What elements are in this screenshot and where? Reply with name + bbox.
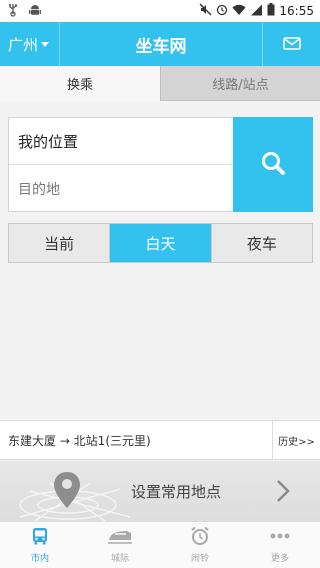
android-icon (28, 2, 42, 21)
tab-transfer[interactable]: 换乘 (0, 66, 160, 101)
more-icon (269, 526, 291, 549)
segment-current[interactable]: 当前 (9, 224, 111, 262)
bus-icon (30, 526, 50, 549)
nav-label: 市内 (30, 554, 49, 564)
city-selector[interactable]: 广州 (0, 22, 60, 66)
battery-icon (267, 3, 275, 19)
nav-label: 更多 (270, 554, 289, 564)
nav-more[interactable]: 更多 (240, 522, 320, 568)
mail-icon (282, 35, 301, 54)
common-places-label: 设置常用地点 (131, 483, 222, 501)
recent-route-item[interactable]: 东建大厦 → 北站1(三元里) (0, 432, 272, 449)
nav-intercity[interactable]: 城际 (80, 522, 160, 568)
wifi-icon (232, 4, 246, 19)
segment-daytime[interactable]: 白天 (110, 224, 212, 262)
location-pin-icon (52, 470, 82, 514)
history-more-button[interactable]: 历史>> (272, 420, 320, 460)
usb-icon (6, 2, 20, 21)
message-button[interactable] (262, 22, 320, 66)
mute-icon (199, 3, 212, 19)
caret-down-icon (41, 41, 50, 47)
app-title: 坐车网 (135, 36, 187, 57)
signal-icon (250, 4, 263, 19)
chevron-right-icon (276, 479, 290, 507)
nav-label: 城际 (110, 554, 129, 564)
nav-label: 闹铃 (190, 554, 209, 564)
route-search-card: 我的位置 目的地 (8, 117, 313, 212)
segment-night-bus[interactable]: 夜车 (212, 224, 312, 262)
time-segment-control: 当前 白天 夜车 (8, 223, 313, 263)
recent-route-row: 东建大厦 → 北站1(三元里) 历史>> (0, 420, 320, 460)
common-places-button[interactable]: 设置常用地点 (0, 461, 320, 521)
app-header: 广州 坐车网 (0, 22, 320, 66)
tab-routes-stations[interactable]: 线路/站点 (160, 66, 320, 101)
alarm-icon (216, 3, 228, 19)
mode-tabs: 换乘 线路/站点 (0, 66, 320, 101)
destination-field[interactable]: 目的地 (9, 165, 235, 212)
alarm-clock-icon (190, 526, 210, 549)
status-bar: 16:55 (0, 0, 320, 22)
nav-alarm[interactable]: 闹铃 (160, 522, 240, 568)
bottom-navigation: 市内 城际 闹铃 更多 (0, 521, 320, 568)
train-icon (107, 526, 133, 549)
status-time: 16:55 (279, 4, 314, 18)
search-icon (260, 150, 286, 180)
nav-city-bus[interactable]: 市内 (0, 522, 80, 568)
search-button[interactable] (233, 117, 313, 212)
city-label: 广州 (8, 35, 39, 54)
origin-field[interactable]: 我的位置 (9, 118, 235, 165)
